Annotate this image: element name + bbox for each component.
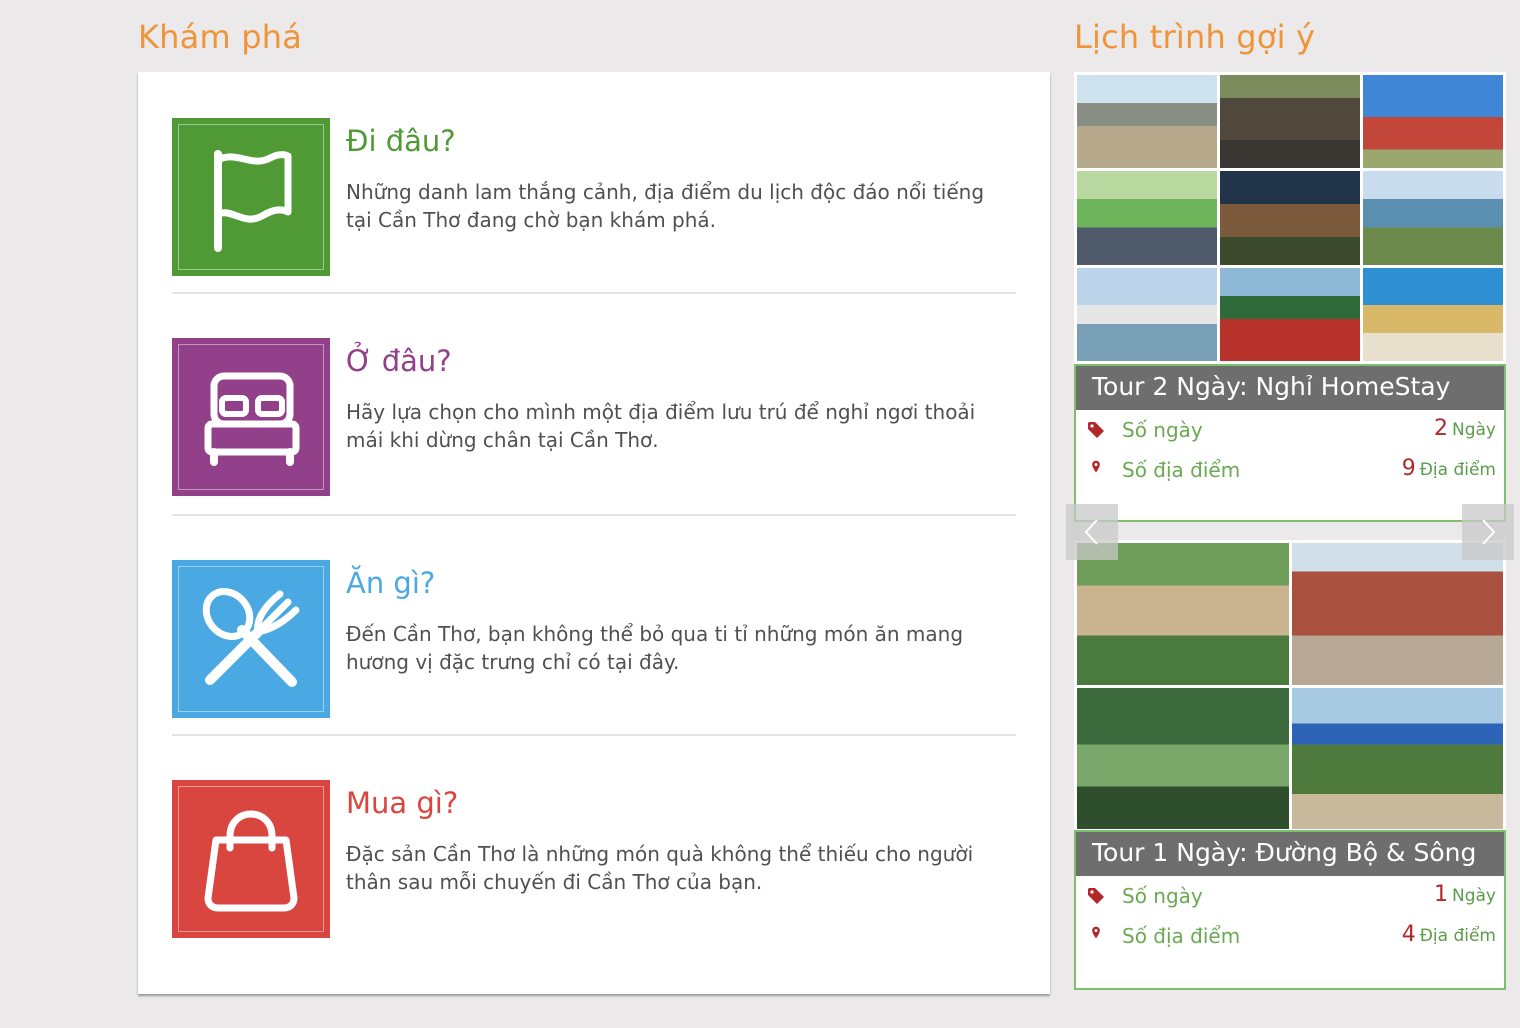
bed-icon bbox=[204, 372, 300, 466]
divider bbox=[172, 734, 1016, 736]
tour-photo bbox=[1220, 171, 1360, 265]
explore-item-title[interactable]: Ở đâu? bbox=[346, 344, 452, 378]
tag-icon bbox=[1088, 422, 1104, 438]
tour-photo bbox=[1291, 687, 1503, 829]
tour-info[interactable]: Tour 2 Ngày: Nghỉ HomeStay Số ngày 2 Ngày… bbox=[1074, 364, 1506, 522]
shopping-bag-icon bbox=[204, 810, 298, 912]
tour-photo bbox=[1077, 75, 1217, 169]
explore-item-title[interactable]: Đi đâu? bbox=[346, 124, 456, 158]
explore-item-desc: Hãy lựa chọn cho mình một địa điểm lưu t… bbox=[346, 400, 976, 452]
days-unit: Ngày bbox=[1452, 420, 1496, 440]
what-to-buy-tile[interactable] bbox=[172, 780, 330, 938]
tour-photo bbox=[1220, 75, 1360, 169]
itinerary-section-title: Lịch trình gợi ý bbox=[1074, 18, 1316, 56]
tour-photo bbox=[1077, 687, 1289, 829]
places-unit: Địa điểm bbox=[1419, 460, 1496, 480]
tour-name[interactable]: Tour 2 Ngày: Nghỉ HomeStay bbox=[1076, 366, 1504, 410]
explore-panel: Đi đâu? Những danh lam thắng cảnh, địa đ… bbox=[138, 72, 1050, 994]
places-value: 9 bbox=[1401, 456, 1416, 481]
tour-photo bbox=[1291, 543, 1503, 685]
tour-photo bbox=[1363, 171, 1503, 265]
explore-item-desc: Đặc sản Cần Thơ là những món quà không t… bbox=[346, 842, 974, 894]
tour-photo bbox=[1363, 75, 1503, 169]
tour-photo-collage[interactable] bbox=[1074, 72, 1506, 364]
map-pin-icon bbox=[1092, 926, 1100, 939]
tour-photo bbox=[1077, 543, 1289, 685]
where-to-go-tile[interactable] bbox=[172, 118, 330, 276]
days-unit: Ngày bbox=[1452, 886, 1496, 906]
tour-photo bbox=[1220, 267, 1360, 361]
days-value-group: 2 Ngày bbox=[1434, 416, 1496, 441]
where-to-stay-tile[interactable] bbox=[172, 338, 330, 496]
places-value-group: 4 Địa điểm bbox=[1402, 922, 1496, 947]
places-label: Số địa điểm bbox=[1122, 458, 1241, 482]
places-value: 4 bbox=[1401, 922, 1416, 947]
days-label: Số ngày bbox=[1122, 418, 1203, 442]
days-value-group: 1 Ngày bbox=[1434, 882, 1496, 907]
places-label: Số địa điểm bbox=[1122, 924, 1241, 948]
tour-photo bbox=[1363, 267, 1503, 361]
tour-name[interactable]: Tour 1 Ngày: Đường Bộ & Sông bbox=[1076, 832, 1504, 876]
chevron-left-icon bbox=[1084, 519, 1098, 545]
flag-icon bbox=[214, 150, 292, 252]
explore-item-desc: Đến Cần Thơ, bạn không thể bỏ qua ti tỉ … bbox=[346, 622, 964, 674]
what-to-eat-tile[interactable] bbox=[172, 560, 330, 718]
tour-info[interactable]: Tour 1 Ngày: Đường Bộ & Sông Số ngày 1 Ng… bbox=[1074, 830, 1506, 990]
days-label: Số ngày bbox=[1122, 884, 1203, 908]
places-unit: Địa điểm bbox=[1419, 926, 1496, 946]
divider bbox=[172, 514, 1016, 516]
explore-item-title[interactable]: Ăn gì? bbox=[346, 566, 435, 600]
divider bbox=[172, 292, 1016, 294]
tour-photo bbox=[1077, 171, 1217, 265]
tour-photo bbox=[1077, 267, 1217, 361]
tour-places-row: Số địa điểm 4 Địa điểm bbox=[1076, 916, 1504, 956]
carousel-prev-button[interactable] bbox=[1066, 504, 1118, 560]
tour-places-row: Số địa điểm 9 Địa điểm bbox=[1076, 450, 1504, 490]
tour-photo-collage[interactable] bbox=[1074, 540, 1506, 832]
explore-section-title: Khám phá bbox=[138, 18, 303, 56]
tour-days-row: Số ngày 2 Ngày bbox=[1076, 410, 1504, 450]
carousel-next-button[interactable] bbox=[1462, 504, 1514, 560]
explore-item-title[interactable]: Mua gì? bbox=[346, 786, 458, 820]
map-pin-icon bbox=[1092, 460, 1100, 473]
chevron-right-icon bbox=[1482, 519, 1496, 545]
fork-spoon-icon bbox=[202, 588, 300, 687]
tour-days-row: Số ngày 1 Ngày bbox=[1076, 876, 1504, 916]
tag-icon bbox=[1088, 888, 1104, 904]
days-value: 2 bbox=[1434, 416, 1448, 441]
places-value-group: 9 Địa điểm bbox=[1402, 456, 1496, 481]
days-value: 1 bbox=[1434, 882, 1448, 907]
explore-item-desc: Những danh lam thắng cảnh, địa điểm du l… bbox=[346, 180, 985, 232]
